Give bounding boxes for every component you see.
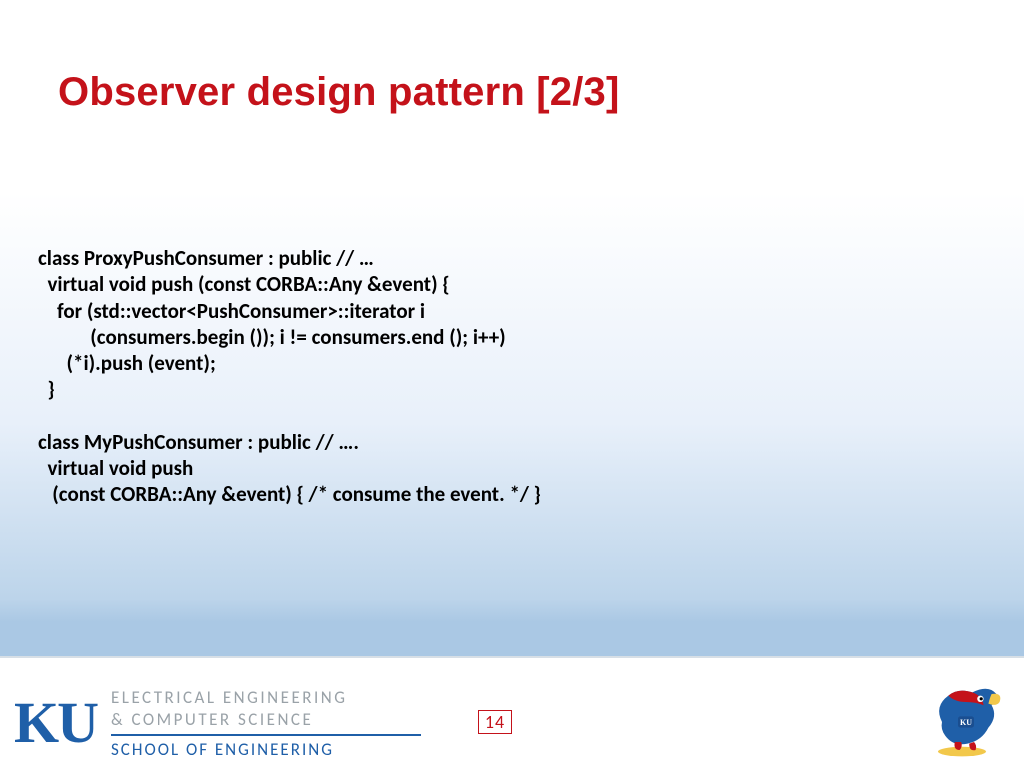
code-block: class ProxyPushConsumer : public // … vi… xyxy=(38,245,541,508)
slide: Observer design pattern [2/3] class Prox… xyxy=(0,0,1024,768)
ku-logo-text: KU xyxy=(14,697,97,749)
jayhawk-icon: KU xyxy=(926,678,1006,758)
dept-line-1: ELECTRICAL ENGINEERING xyxy=(111,687,421,708)
dept-line-2: & COMPUTER SCIENCE xyxy=(111,709,421,730)
slide-title: Observer design pattern [2/3] xyxy=(58,70,620,115)
page-number: 14 xyxy=(478,710,512,734)
dept-divider xyxy=(111,734,421,736)
department-block: ELECTRICAL ENGINEERING & COMPUTER SCIENC… xyxy=(111,687,421,760)
footer-branding: KU ELECTRICAL ENGINEERING & COMPUTER SCI… xyxy=(14,687,421,760)
svg-text:KU: KU xyxy=(960,718,972,727)
school-name: SCHOOL OF ENGINEERING xyxy=(111,739,421,760)
ku-logo: KU xyxy=(14,697,97,749)
